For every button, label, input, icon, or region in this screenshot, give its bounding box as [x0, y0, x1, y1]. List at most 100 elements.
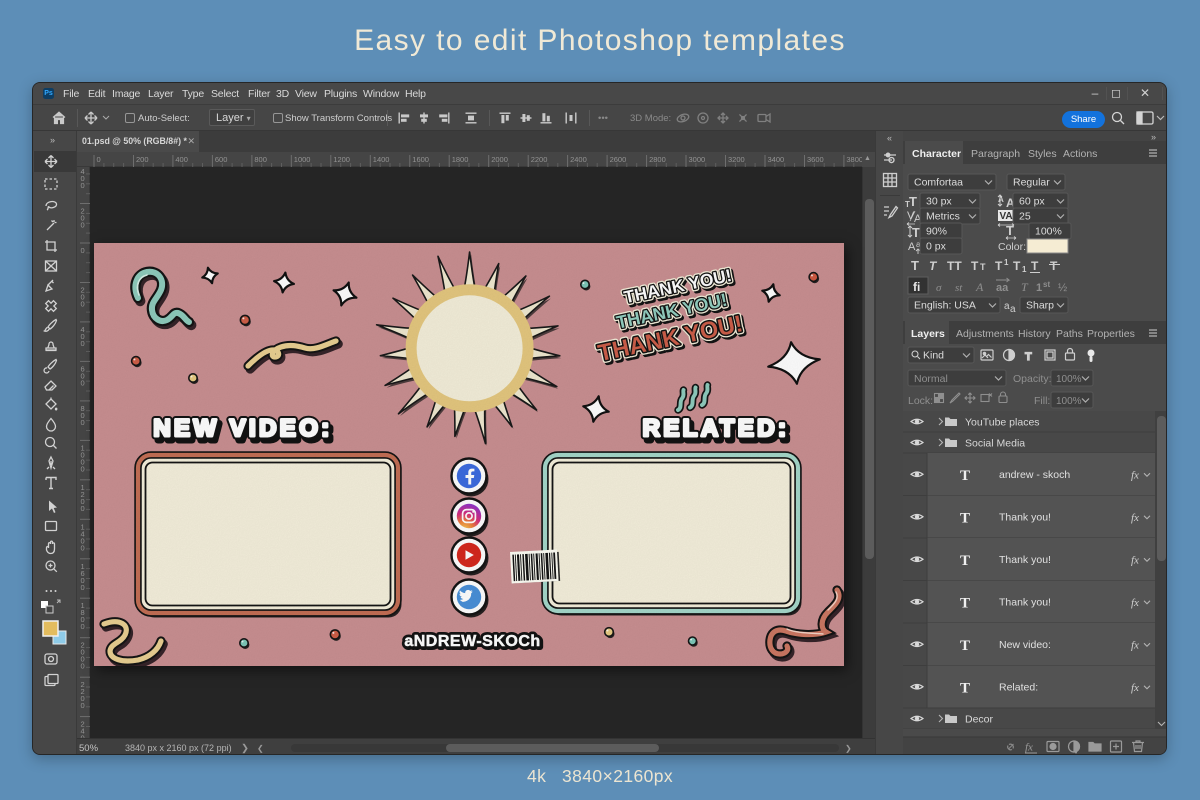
svg-text:0: 0: [81, 543, 85, 552]
svg-text:A: A: [975, 280, 984, 294]
svg-text:0: 0: [81, 504, 85, 513]
svg-text:2600: 2600: [610, 155, 627, 164]
svg-text:fx: fx: [1131, 554, 1139, 566]
svg-text:Adjustments: Adjustments: [956, 328, 1014, 340]
svg-text:0: 0: [97, 155, 101, 164]
svg-text:Normal: Normal: [914, 373, 948, 385]
svg-text:Character: Character: [912, 148, 961, 160]
svg-text:New video:: New video:: [999, 639, 1051, 651]
svg-text:fx: fx: [1025, 742, 1033, 754]
svg-text:200: 200: [136, 155, 149, 164]
svg-text:Layers: Layers: [911, 328, 945, 340]
svg-text:VA: VA: [1000, 211, 1013, 222]
svg-text:English: USA: English: USA: [914, 300, 976, 312]
svg-text:T: T: [960, 510, 970, 526]
svg-text:Related:: Related:: [999, 681, 1038, 693]
svg-text:fx: fx: [1131, 469, 1139, 481]
svg-text:a: a: [1010, 304, 1016, 315]
svg-text:A: A: [908, 241, 916, 253]
svg-text:T: T: [960, 680, 970, 696]
svg-text:0: 0: [81, 246, 85, 255]
svg-text:25: 25: [1019, 211, 1031, 223]
svg-text:Paths: Paths: [1056, 328, 1083, 340]
svg-text:90%: 90%: [926, 226, 947, 238]
svg-text:3800: 3800: [846, 155, 862, 164]
svg-text:T: T: [960, 468, 970, 484]
svg-text:T: T: [1025, 351, 1032, 363]
svg-text:1600: 1600: [412, 155, 429, 164]
svg-text:1800: 1800: [452, 155, 469, 164]
svg-text:0: 0: [81, 339, 85, 348]
svg-text:2400: 2400: [570, 155, 587, 164]
svg-text:Metrics: Metrics: [926, 211, 960, 223]
svg-text:100%: 100%: [1056, 374, 1082, 385]
svg-text:»: »: [1151, 132, 1156, 142]
svg-text:YouTube places: YouTube places: [965, 417, 1040, 429]
svg-text:Thank you!: Thank you!: [999, 554, 1051, 566]
svg-text:T: T: [912, 225, 920, 240]
svg-text:Properties: Properties: [1087, 328, 1135, 340]
svg-text:0: 0: [81, 662, 85, 671]
svg-text:2800: 2800: [649, 155, 666, 164]
svg-text:T: T: [905, 200, 910, 209]
svg-text:0 px: 0 px: [926, 241, 947, 253]
svg-text:0: 0: [81, 701, 85, 710]
svg-text:Color:: Color:: [998, 241, 1026, 253]
svg-text:Thank you!: Thank you!: [999, 511, 1051, 523]
svg-text:30 px: 30 px: [926, 196, 952, 208]
svg-text:Paragraph: Paragraph: [971, 148, 1020, 160]
svg-text:aa: aa: [996, 282, 1009, 294]
svg-text:T: T: [1006, 223, 1014, 238]
svg-text:T: T: [980, 262, 986, 272]
svg-text:T: T: [1050, 259, 1058, 273]
svg-text:TT: TT: [947, 259, 962, 273]
svg-text:T: T: [1031, 259, 1039, 273]
svg-text:fx: fx: [1131, 597, 1139, 609]
svg-text:»: »: [50, 135, 55, 145]
svg-text:Regular: Regular: [1013, 177, 1050, 189]
svg-text:Actions: Actions: [1063, 148, 1097, 160]
svg-text:T: T: [909, 194, 917, 209]
svg-text:T: T: [995, 259, 1003, 273]
svg-text:3200: 3200: [728, 155, 745, 164]
svg-text:0: 0: [81, 418, 85, 427]
svg-text:Decor: Decor: [965, 714, 994, 726]
svg-text:fx: fx: [1131, 639, 1139, 651]
svg-text:400: 400: [175, 155, 188, 164]
svg-text:Styles: Styles: [1028, 148, 1057, 160]
svg-text:0: 0: [81, 464, 85, 473]
svg-text:Thank you!: Thank you!: [999, 596, 1051, 608]
svg-text:Social Media: Social Media: [965, 438, 1025, 450]
svg-text:Fill:: Fill:: [1034, 395, 1050, 407]
svg-text:½: ½: [1058, 282, 1067, 294]
svg-text:Lock:: Lock:: [908, 395, 933, 407]
svg-text:T: T: [960, 553, 970, 569]
svg-text:0: 0: [81, 300, 85, 309]
svg-text:0: 0: [81, 583, 85, 592]
svg-text:3400: 3400: [768, 155, 785, 164]
svg-text:3600: 3600: [807, 155, 824, 164]
svg-text:600: 600: [215, 155, 228, 164]
svg-text:1200: 1200: [333, 155, 350, 164]
svg-text:3000: 3000: [689, 155, 706, 164]
svg-text:T: T: [1013, 259, 1021, 273]
svg-text:1: 1: [1004, 258, 1009, 267]
svg-text:0: 0: [81, 221, 85, 230]
svg-text:fi: fi: [913, 280, 920, 294]
svg-text:100%: 100%: [1035, 226, 1062, 238]
svg-text:T: T: [960, 595, 970, 611]
svg-text:2200: 2200: [531, 155, 548, 164]
svg-text:1: 1: [1022, 265, 1027, 274]
svg-text:T: T: [960, 638, 970, 654]
svg-text:0: 0: [81, 181, 85, 190]
svg-text:1400: 1400: [373, 155, 390, 164]
svg-text:0: 0: [81, 622, 85, 631]
svg-text:σ: σ: [936, 282, 942, 294]
svg-text:0: 0: [81, 378, 85, 387]
svg-text:Comfortaa: Comfortaa: [914, 177, 963, 189]
svg-text:1: 1: [1036, 282, 1042, 294]
svg-text:Kind: Kind: [923, 350, 944, 362]
svg-text:History: History: [1018, 328, 1051, 340]
svg-text:1000: 1000: [294, 155, 311, 164]
svg-text:T: T: [971, 259, 979, 273]
